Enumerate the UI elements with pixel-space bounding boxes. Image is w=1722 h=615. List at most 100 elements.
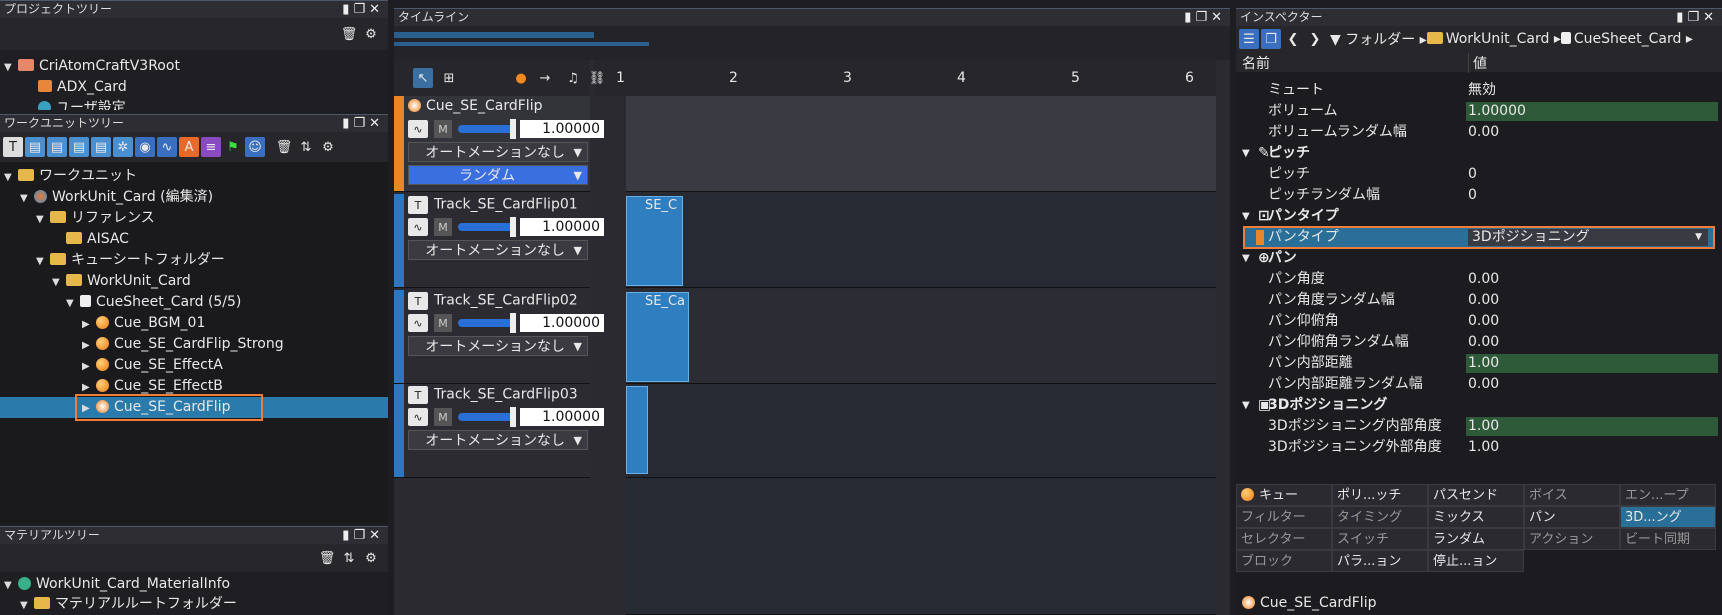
tree-item-cue[interactable]: ▶ Cue_SE_EffectB bbox=[0, 376, 388, 397]
sort-icon[interactable]: ⇅ bbox=[296, 137, 316, 157]
tree-item-workunit-card[interactable]: ▼ WorkUnit_Card (編集済) bbox=[0, 187, 388, 208]
clapper-icon[interactable]: ▤ bbox=[91, 137, 111, 157]
waveform-clip[interactable]: SE_C bbox=[626, 196, 683, 286]
arrow-icon[interactable]: → bbox=[535, 68, 555, 88]
breadcrumb-item[interactable]: ▼ フォルダー ▸ bbox=[1330, 29, 1427, 49]
section-pan[interactable]: ▼ ⊕ パン bbox=[1236, 248, 1722, 269]
waveform-icon[interactable]: ∿ bbox=[408, 408, 428, 426]
track-header[interactable]: T Track_SE_CardFlip02 ∿ M 1.00000 オートメーションな… bbox=[394, 290, 604, 384]
property-row[interactable]: ピッチランダム幅 0 bbox=[1236, 185, 1722, 206]
forward-icon[interactable]: ❯ bbox=[1305, 29, 1325, 49]
property-row[interactable]: ミュート 無効 bbox=[1236, 80, 1722, 101]
tree-item-reference[interactable]: ▼ リファレンス bbox=[0, 208, 388, 229]
tab-cue[interactable]: キュー bbox=[1236, 484, 1332, 506]
gear-blue-icon[interactable]: ✲ bbox=[113, 137, 133, 157]
gear-icon[interactable]: ⚙ bbox=[361, 548, 381, 568]
text-icon[interactable]: T bbox=[3, 137, 23, 157]
waveform-clip[interactable] bbox=[626, 386, 648, 474]
property-row[interactable]: パン角度 0.00 bbox=[1236, 269, 1722, 290]
volume-value[interactable]: 1.00000 bbox=[520, 408, 604, 426]
tab-parameter[interactable]: パラ...ョン bbox=[1332, 550, 1428, 572]
waveform-icon[interactable]: ∿ bbox=[408, 120, 428, 138]
track-header[interactable]: T Track_SE_CardFlip03 ∿ M 1.00000 オートメーションな… bbox=[394, 384, 604, 478]
tab-mix[interactable]: ミックス bbox=[1428, 506, 1524, 528]
automation-dropdown[interactable]: オートメーションなし bbox=[408, 240, 588, 261]
tree-item-root[interactable]: ▼ CriAtomCraftV3Root bbox=[0, 56, 388, 77]
tab-block[interactable]: ブロック bbox=[1236, 550, 1332, 572]
music-note-icon[interactable]: ♫ bbox=[563, 68, 583, 88]
property-row[interactable]: パン内部距離ランダム幅 0.00 bbox=[1236, 374, 1722, 395]
automation-dropdown[interactable]: オートメーションなし bbox=[408, 336, 588, 357]
cursor-icon[interactable]: ↖ bbox=[413, 68, 433, 88]
flag-icon[interactable]: ⚑ bbox=[223, 137, 243, 157]
pane-controls[interactable]: ▮❐✕ bbox=[1184, 9, 1226, 26]
clapper-icon[interactable]: ▤ bbox=[25, 137, 45, 157]
property-row[interactable]: パン内部距離 1.00 bbox=[1236, 353, 1722, 374]
tab-3d-selected[interactable]: 3D...ング bbox=[1620, 506, 1716, 528]
tree-item-material-root[interactable]: ▼ マテリアルルートフォルダー bbox=[0, 594, 388, 615]
back-icon[interactable]: ❮ bbox=[1283, 29, 1303, 49]
link-icon[interactable]: ⛓ bbox=[587, 68, 607, 88]
pane-controls[interactable]: ▮❐✕ bbox=[342, 115, 384, 132]
property-row-pantype[interactable]: パンタイプ 3Dポジショニング ▼ bbox=[1243, 226, 1715, 249]
tab-action[interactable]: アクション bbox=[1524, 528, 1620, 550]
wave-icon[interactable]: ∿ bbox=[157, 137, 177, 157]
breadcrumb-item[interactable]: CueSheet_Card ▸ bbox=[1560, 31, 1693, 47]
volume-slider[interactable] bbox=[458, 407, 516, 427]
trash-icon[interactable]: 🗑 bbox=[339, 24, 359, 44]
trash-icon[interactable]: 🗑 bbox=[274, 137, 294, 157]
gear-icon[interactable]: ⚙ bbox=[361, 24, 381, 44]
palette-icon[interactable]: ◉ bbox=[135, 137, 155, 157]
copy-icon[interactable]: ❐ bbox=[1261, 29, 1281, 49]
select-icon[interactable]: ⊞ bbox=[439, 68, 459, 88]
mute-button[interactable]: M bbox=[434, 408, 452, 426]
tab-pan[interactable]: パン bbox=[1524, 506, 1620, 528]
tab-random[interactable]: ランダム bbox=[1428, 528, 1524, 550]
tree-item-cue[interactable]: ▶ Cue_SE_EffectA bbox=[0, 355, 388, 376]
tree-item-aisac[interactable]: AISAC bbox=[0, 229, 388, 250]
waveform-icon[interactable]: ∿ bbox=[408, 218, 428, 236]
pane-controls[interactable]: ▮❐✕ bbox=[342, 527, 384, 544]
property-row[interactable]: 3Dポジショニング内部角度 1.00 bbox=[1236, 416, 1722, 437]
tab-stop-action[interactable]: 停止...ョン bbox=[1428, 550, 1524, 572]
tree-item-adx-card[interactable]: ADX_Card bbox=[0, 77, 388, 98]
a-icon[interactable]: A bbox=[179, 137, 199, 157]
list-icon[interactable]: ☰ bbox=[1239, 29, 1259, 49]
volume-slider[interactable] bbox=[458, 119, 516, 139]
pane-controls[interactable]: ▮❐✕ bbox=[342, 1, 384, 18]
pantype-dropdown[interactable]: 3Dポジショニング ▼ bbox=[1468, 229, 1708, 246]
tree-item-workunit-card-folder[interactable]: ▼ WorkUnit_Card bbox=[0, 271, 388, 292]
property-row[interactable]: ボリュームランダム幅 0.00 bbox=[1236, 122, 1722, 143]
record-icon[interactable]: ● bbox=[511, 68, 531, 88]
property-row[interactable]: パン角度ランダム幅 0.00 bbox=[1236, 290, 1722, 311]
tree-item-user-settings[interactable]: ユーザ設定 bbox=[0, 98, 388, 110]
mode-dropdown[interactable]: ランダム bbox=[408, 165, 588, 186]
waveform-icon[interactable]: ∿ bbox=[408, 314, 428, 332]
tab-bussend[interactable]: パスセンド bbox=[1428, 484, 1524, 506]
tab-voice[interactable]: ボイス bbox=[1524, 484, 1620, 506]
volume-value[interactable]: 1.00000 bbox=[520, 218, 604, 236]
mute-button[interactable]: M bbox=[434, 218, 452, 236]
track-header[interactable]: T Track_SE_CardFlip01 ∿ M 1.00000 オートメーションな… bbox=[394, 194, 604, 288]
tree-item-materialinfo[interactable]: ▼ WorkUnit_Card_MaterialInfo bbox=[0, 574, 388, 595]
gear-icon[interactable]: ⚙ bbox=[318, 137, 338, 157]
breadcrumb-item[interactable]: WorkUnit_Card ▸ bbox=[1426, 31, 1561, 47]
automation-dropdown[interactable]: オートメーションなし bbox=[408, 142, 588, 163]
waveform-clip[interactable]: SE_Ca bbox=[626, 292, 689, 382]
pane-controls[interactable]: ▮❐✕ bbox=[1676, 9, 1718, 26]
section-pantype[interactable]: ▼ ⊡ パンタイプ bbox=[1236, 206, 1722, 227]
property-row[interactable]: パン仰俯角 0.00 bbox=[1236, 311, 1722, 332]
volume-slider[interactable] bbox=[458, 217, 516, 237]
tab-envelope[interactable]: エン...ープ bbox=[1620, 484, 1716, 506]
section-pitch[interactable]: ▼ ✎ ピッチ bbox=[1236, 143, 1722, 164]
tab-timing[interactable]: タイミング bbox=[1332, 506, 1428, 528]
tab-beatsync[interactable]: ビート同期 bbox=[1620, 528, 1716, 550]
strip-icon[interactable]: ≡ bbox=[201, 137, 221, 157]
tree-item-workunit[interactable]: ▼ ワークユニット bbox=[0, 166, 388, 187]
tab-polyphony[interactable]: ポリ...ッチ bbox=[1332, 484, 1428, 506]
tab-filter[interactable]: フィルター bbox=[1236, 506, 1332, 528]
tab-switch[interactable]: スイッチ bbox=[1332, 528, 1428, 550]
property-row[interactable]: ボリューム 1.00000 bbox=[1236, 101, 1722, 122]
tab-selector[interactable]: セレクター bbox=[1236, 528, 1332, 550]
property-row[interactable]: パン仰俯角ランダム幅 0.00 bbox=[1236, 332, 1722, 353]
